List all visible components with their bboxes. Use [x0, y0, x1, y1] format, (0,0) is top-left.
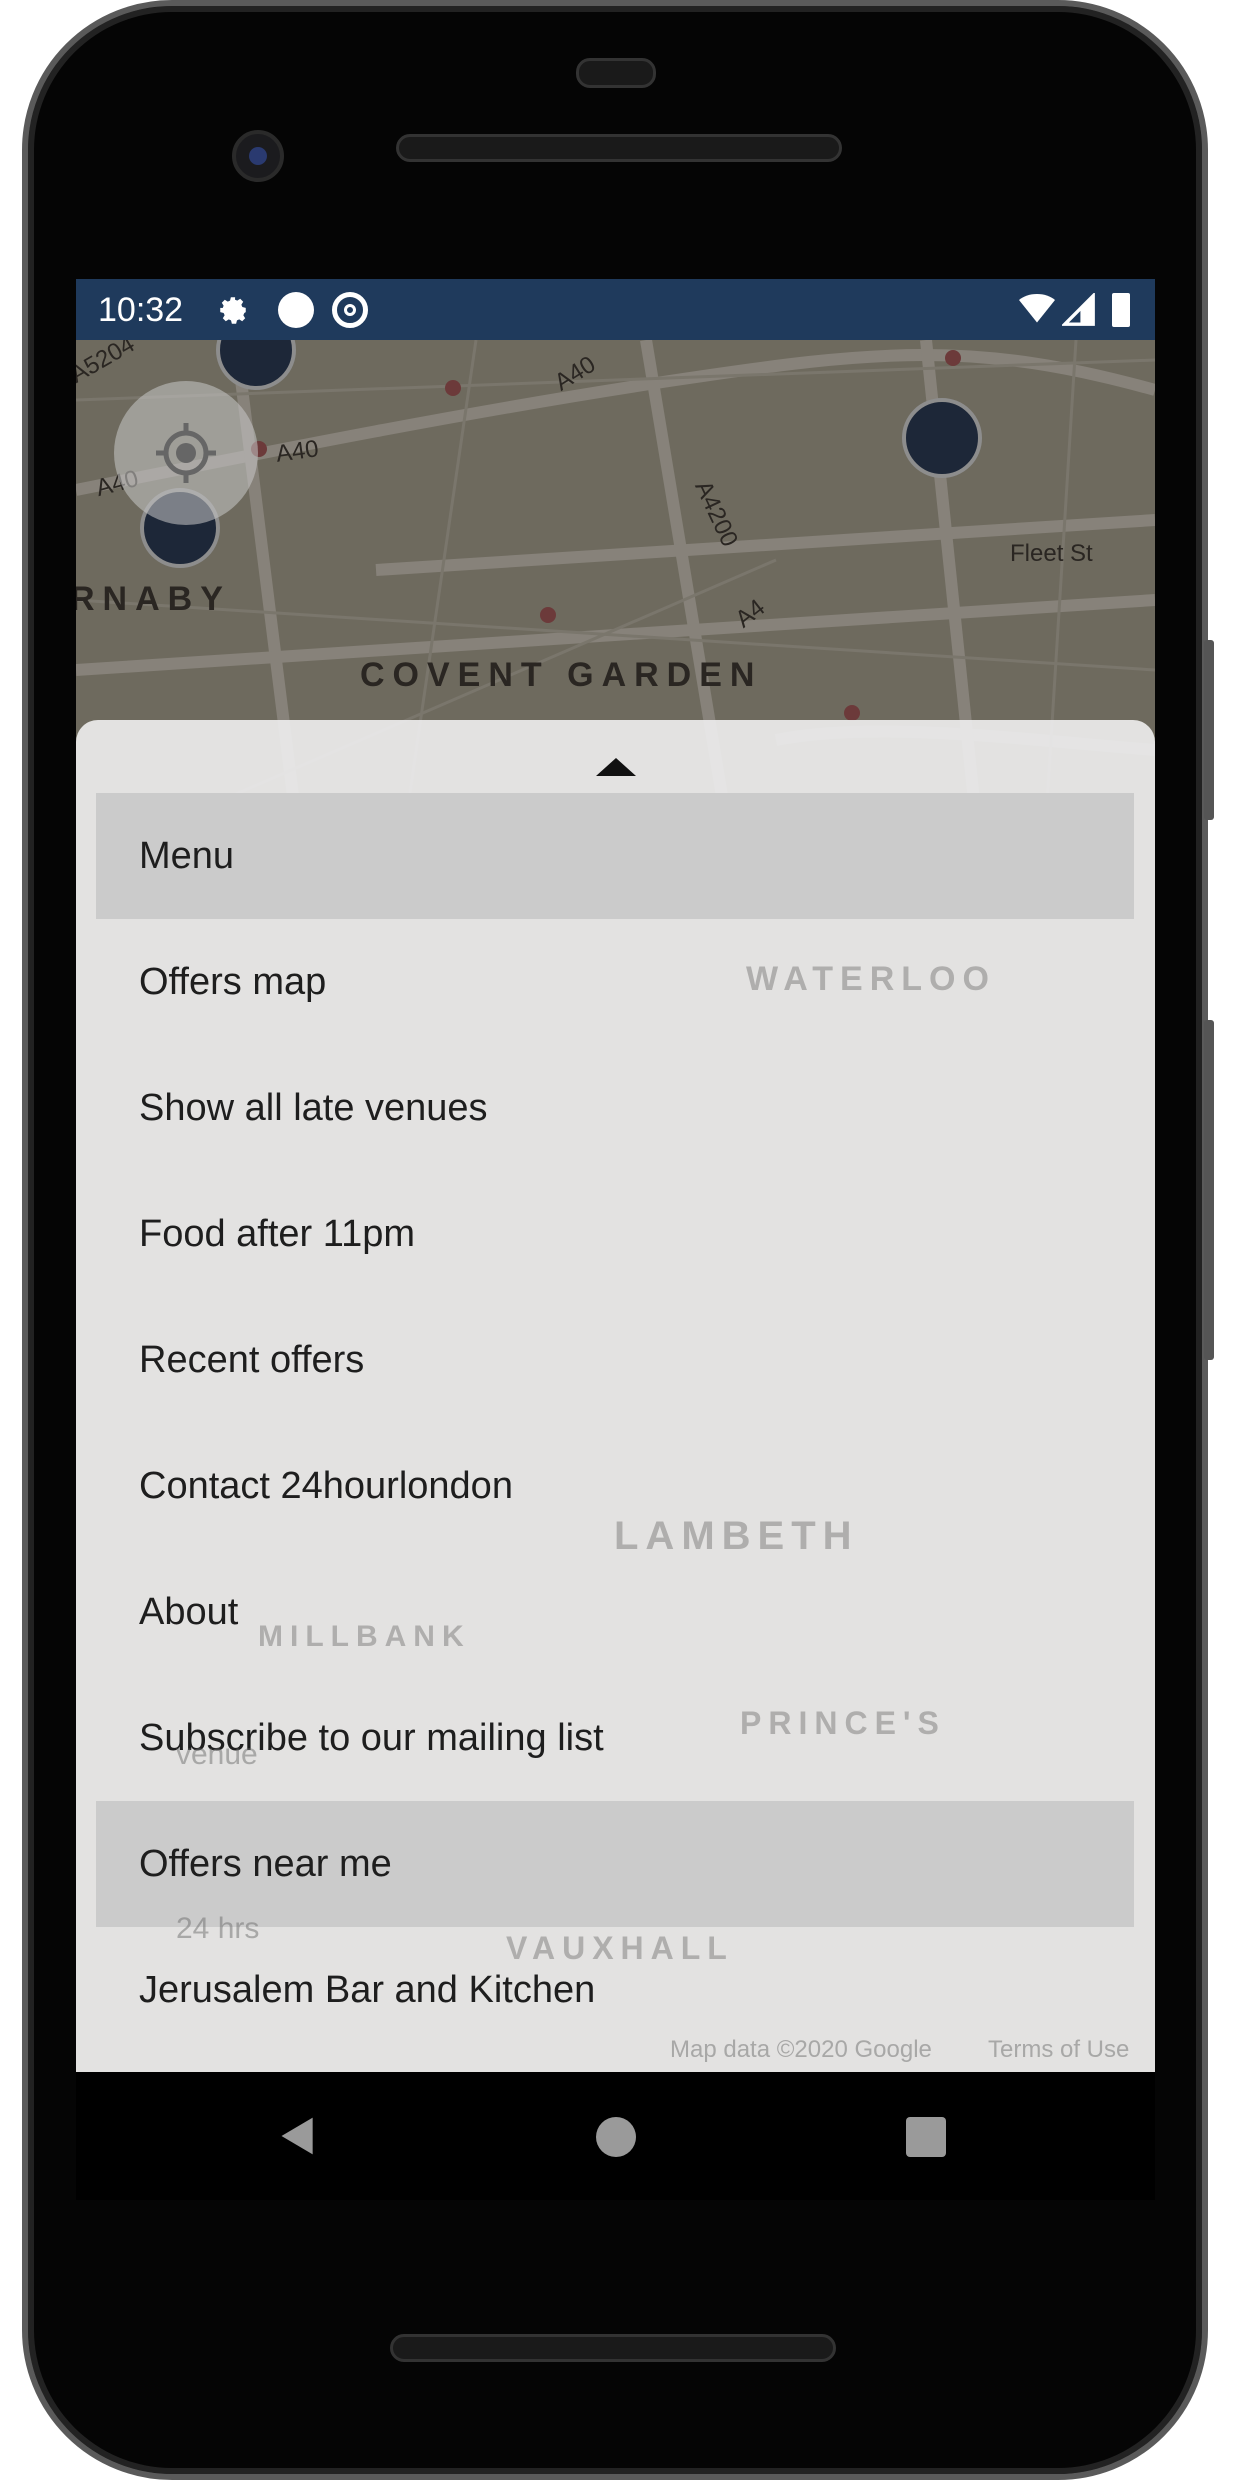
map-label: PRINCE'S	[740, 1705, 946, 1741]
data-saver-icon	[332, 292, 368, 328]
back-icon[interactable]	[276, 2114, 320, 2158]
map-label: 24 hrs	[176, 1912, 260, 1945]
menu-item-about[interactable]: About	[96, 1549, 1134, 1675]
menu-item-label: Menu	[139, 835, 235, 877]
map-label: RNABY	[76, 580, 231, 618]
crosshair-icon	[156, 423, 216, 483]
my-location-button[interactable]	[114, 381, 258, 525]
terms-link[interactable]: Terms of Use	[988, 2036, 1129, 2064]
menu-item-recent-offers[interactable]: Recent offers	[96, 1297, 1134, 1423]
map-label: COVENT GARDEN	[360, 656, 763, 694]
venue-marker[interactable]	[902, 398, 982, 478]
menu-item-label: About	[139, 1591, 239, 1633]
menu-item-label: Offers map	[139, 961, 327, 1003]
navigation-bar	[76, 2072, 1155, 2200]
map-label: VAUXHALL	[506, 1930, 734, 1966]
bottom-speaker	[390, 2334, 836, 2362]
signal-icon	[1062, 293, 1095, 326]
menu-item-menu[interactable]: Menu	[96, 793, 1134, 919]
home-icon[interactable]	[596, 2117, 636, 2157]
front-camera	[232, 130, 284, 182]
map-label: venue	[176, 1738, 258, 1771]
map-attribution: Map data ©2020 Google	[670, 2036, 932, 2063]
menu-item-label: Jerusalem Bar and Kitchen	[139, 1969, 596, 2011]
status-time: 10:32	[98, 291, 184, 329]
power-button	[1204, 640, 1214, 820]
menu-item-label: Contact 24hourlondon	[139, 1465, 513, 1507]
circle-notification-icon	[278, 292, 314, 328]
menu-item-label: Recent offers	[139, 1339, 365, 1381]
map-label: Fleet St	[1010, 540, 1093, 567]
status-bar: 10:32	[76, 279, 1155, 340]
map-label: MILLBANK	[258, 1620, 471, 1653]
top-speaker	[396, 134, 842, 162]
map-label: A40	[274, 435, 321, 468]
menu-item-label: Show all late venues	[139, 1087, 488, 1129]
collapse-arrow-icon[interactable]	[596, 758, 636, 776]
map-view[interactable]: A5204 A40 A40 A40 A4200 A4 Fleet St RNAB…	[76, 340, 1155, 2072]
tube-station-icon	[945, 350, 961, 366]
volume-button	[1204, 1020, 1214, 1360]
menu-bottom-sheet: Menu Offers map Show all late venues Foo…	[76, 720, 1155, 2072]
menu-item-offers-near-me[interactable]: Offers near me	[96, 1801, 1134, 1927]
recents-icon[interactable]	[906, 2117, 946, 2157]
tube-station-icon	[540, 607, 556, 623]
menu-item-label: Offers near me	[139, 1843, 392, 1885]
wifi-icon	[1019, 294, 1055, 323]
menu-item-food-after-11pm[interactable]: Food after 11pm	[96, 1171, 1134, 1297]
battery-icon	[1112, 293, 1130, 327]
map-label: LAMBETH	[614, 1514, 859, 1558]
tube-station-icon	[844, 705, 860, 721]
top-sensor	[576, 58, 656, 88]
settings-icon	[220, 297, 246, 324]
menu-item-label: Food after 11pm	[139, 1213, 416, 1255]
screen: 10:32 A5204 A40 A40 A40 A4200 A4 Fleet S…	[76, 279, 1155, 2200]
tube-station-icon	[445, 380, 461, 396]
map-label: WATERLOO	[746, 960, 996, 998]
menu-item-late-venues[interactable]: Show all late venues	[96, 1045, 1134, 1171]
